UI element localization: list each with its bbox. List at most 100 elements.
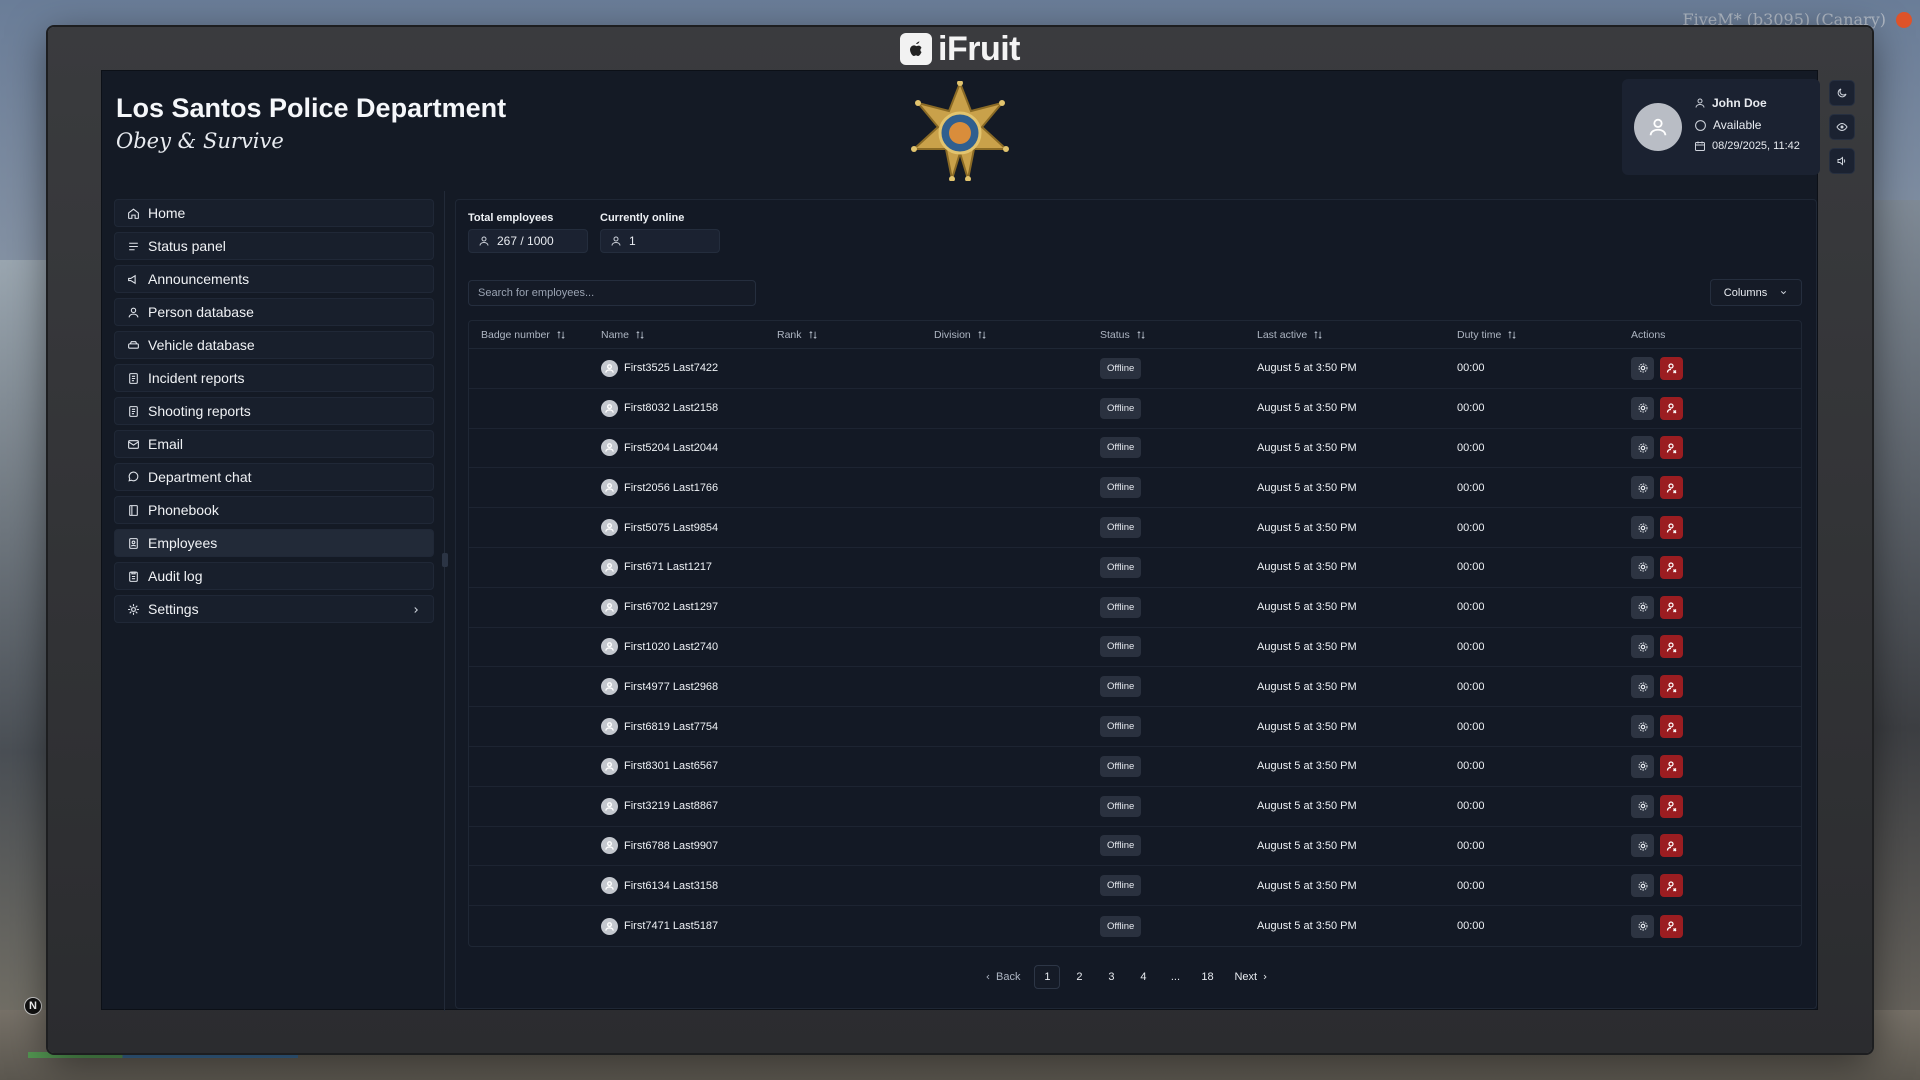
speaker-icon [1837, 156, 1846, 166]
name-cell: First1020 Last2740 [601, 638, 777, 656]
table-row[interactable]: First6819 Last7754 Offline August 5 at 3:5… [469, 707, 1801, 747]
gear-icon [1638, 921, 1647, 931]
pagination-page[interactable]: 3 [1098, 965, 1124, 989]
edit-employee-button[interactable] [1631, 754, 1654, 778]
sidebar-item-shooting-reports[interactable]: Shooting reports [114, 397, 434, 425]
column-header-name[interactable]: Name [601, 329, 777, 341]
edit-employee-button[interactable] [1631, 675, 1654, 699]
edit-employee-button[interactable] [1631, 874, 1654, 898]
sidebar-item-announcements[interactable]: Announcements [114, 265, 434, 293]
fire-employee-button[interactable] [1660, 356, 1683, 380]
online-employees-stat: Currently online 1 [600, 212, 720, 253]
table-row[interactable]: First3525 Last7422 Offline August 5 at 3:5… [469, 349, 1801, 389]
user-remove-icon [1666, 921, 1676, 932]
fire-employee-button[interactable] [1660, 794, 1683, 818]
sidebar-item-audit-log[interactable]: Audit log [114, 562, 434, 590]
edit-employee-button[interactable] [1631, 436, 1654, 460]
fire-employee-button[interactable] [1660, 516, 1683, 540]
user-remove-icon [1666, 642, 1676, 653]
pagination-back-button[interactable]: Back [976, 965, 1028, 989]
table-row[interactable]: First3219 Last8867 Offline August 5 at 3:5… [469, 787, 1801, 827]
fire-employee-button[interactable] [1660, 754, 1683, 778]
user-status-row[interactable]: Available [1694, 118, 1761, 132]
fire-employee-button[interactable] [1660, 874, 1683, 898]
pagination-page[interactable]: 18 [1194, 965, 1220, 989]
edit-employee-button[interactable] [1631, 635, 1654, 659]
user-remove-icon [1666, 363, 1676, 374]
table-row[interactable]: First5075 Last9854 Offline August 5 at 3:5… [469, 508, 1801, 548]
table-row[interactable]: First5204 Last2044 Offline August 5 at 3:5… [469, 429, 1801, 469]
fire-employee-button[interactable] [1660, 834, 1683, 858]
sidebar-resize-handle[interactable] [442, 553, 448, 567]
edit-employee-button[interactable] [1631, 914, 1654, 938]
fire-employee-button[interactable] [1660, 396, 1683, 420]
column-header-last-active[interactable]: Last active [1257, 329, 1457, 341]
table-row[interactable]: First671 Last1217 Offline August 5 at 3:50… [469, 548, 1801, 588]
table-row[interactable]: First8301 Last6567 Offline August 5 at 3:5… [469, 747, 1801, 787]
column-header-duty-time[interactable]: Duty time [1457, 329, 1631, 341]
fire-employee-button[interactable] [1660, 436, 1683, 460]
column-header-badge-number[interactable]: Badge number [469, 329, 601, 341]
fivem-logo-icon [1896, 12, 1912, 28]
dark-mode-button[interactable] [1829, 80, 1855, 106]
sidebar-item-person-database[interactable]: Person database [114, 298, 434, 326]
sidebar-item-email[interactable]: Email [114, 430, 434, 458]
table-row[interactable]: First4977 Last2968 Offline August 5 at 3:5… [469, 667, 1801, 708]
sidebar-item-department-chat[interactable]: Department chat [114, 463, 434, 491]
column-header-rank[interactable]: Rank [777, 329, 934, 341]
edit-employee-button[interactable] [1631, 356, 1654, 380]
brand-name: iFruit [938, 29, 1020, 68]
table-row[interactable]: First6134 Last3158 Offline August 5 at 3:5… [469, 866, 1801, 907]
fire-employee-button[interactable] [1660, 595, 1683, 619]
sidebar-item-incident-reports[interactable]: Incident reports [114, 364, 434, 392]
table-row[interactable]: First1020 Last2740 Offline August 5 at 3:5… [469, 628, 1801, 668]
sidebar-item-vehicle-database[interactable]: Vehicle database [114, 331, 434, 359]
edit-employee-button[interactable] [1631, 516, 1654, 540]
sidebar-item-status-panel[interactable]: Status panel [114, 232, 434, 260]
fire-employee-button[interactable] [1660, 675, 1683, 699]
gear-icon [1638, 761, 1647, 771]
fire-employee-button[interactable] [1660, 476, 1683, 500]
columns-button[interactable]: Columns [1710, 279, 1802, 306]
book-icon [127, 504, 140, 517]
table-row[interactable]: First2056 Last1766 Offline August 5 at 3:5… [469, 468, 1801, 509]
search-input[interactable] [468, 280, 756, 306]
edit-employee-button[interactable] [1631, 715, 1654, 739]
actions-cell [1631, 436, 1751, 460]
fire-employee-button[interactable] [1660, 635, 1683, 659]
sound-button[interactable] [1829, 148, 1855, 174]
edit-employee-button[interactable] [1631, 595, 1654, 619]
fire-employee-button[interactable] [1660, 914, 1683, 938]
overlay-badge: N [24, 997, 42, 1015]
sidebar-item-employees[interactable]: Employees [114, 529, 434, 557]
last-active-cell: August 5 at 3:50 PM [1257, 800, 1357, 813]
user-remove-icon [1666, 721, 1676, 733]
edit-employee-button[interactable] [1631, 396, 1654, 420]
table-row[interactable]: First8032 Last2158 Offline August 5 at 3:5… [469, 389, 1801, 429]
pagination-page[interactable]: 4 [1130, 965, 1156, 989]
mdt-screen: Los Santos Police Department Obey & Surv… [101, 70, 1855, 1011]
status-cell: Offline [1100, 676, 1257, 698]
home-icon [127, 207, 140, 220]
pagination-page[interactable]: 2 [1066, 965, 1092, 989]
table-row[interactable]: First7471 Last5187 Offline August 5 at 3:5… [469, 906, 1801, 946]
sidebar-item-phonebook[interactable]: Phonebook [114, 496, 434, 524]
edit-employee-button[interactable] [1631, 794, 1654, 818]
last-active-cell: August 5 at 3:50 PM [1257, 481, 1357, 494]
table-row[interactable]: First6788 Last9907 Offline August 5 at 3:5… [469, 827, 1801, 867]
column-header-status[interactable]: Status [1100, 329, 1257, 341]
pagination-page[interactable]: 1 [1034, 965, 1061, 989]
table-row[interactable]: First6702 Last1297 Offline August 5 at 3:5… [469, 588, 1801, 628]
visibility-button[interactable] [1829, 114, 1855, 140]
edit-employee-button[interactable] [1631, 555, 1654, 579]
name-cell: First6134 Last3158 [601, 877, 777, 895]
edit-employee-button[interactable] [1631, 834, 1654, 858]
column-header-division[interactable]: Division [934, 329, 1100, 341]
fire-employee-button[interactable] [1660, 555, 1683, 579]
fire-employee-button[interactable] [1660, 715, 1683, 739]
edit-employee-button[interactable] [1631, 476, 1654, 500]
actions-cell [1631, 914, 1751, 938]
sidebar-item-settings[interactable]: Settings [114, 595, 434, 623]
pagination-next-button[interactable]: Next [1226, 965, 1277, 989]
sidebar-item-home[interactable]: Home [114, 199, 434, 227]
